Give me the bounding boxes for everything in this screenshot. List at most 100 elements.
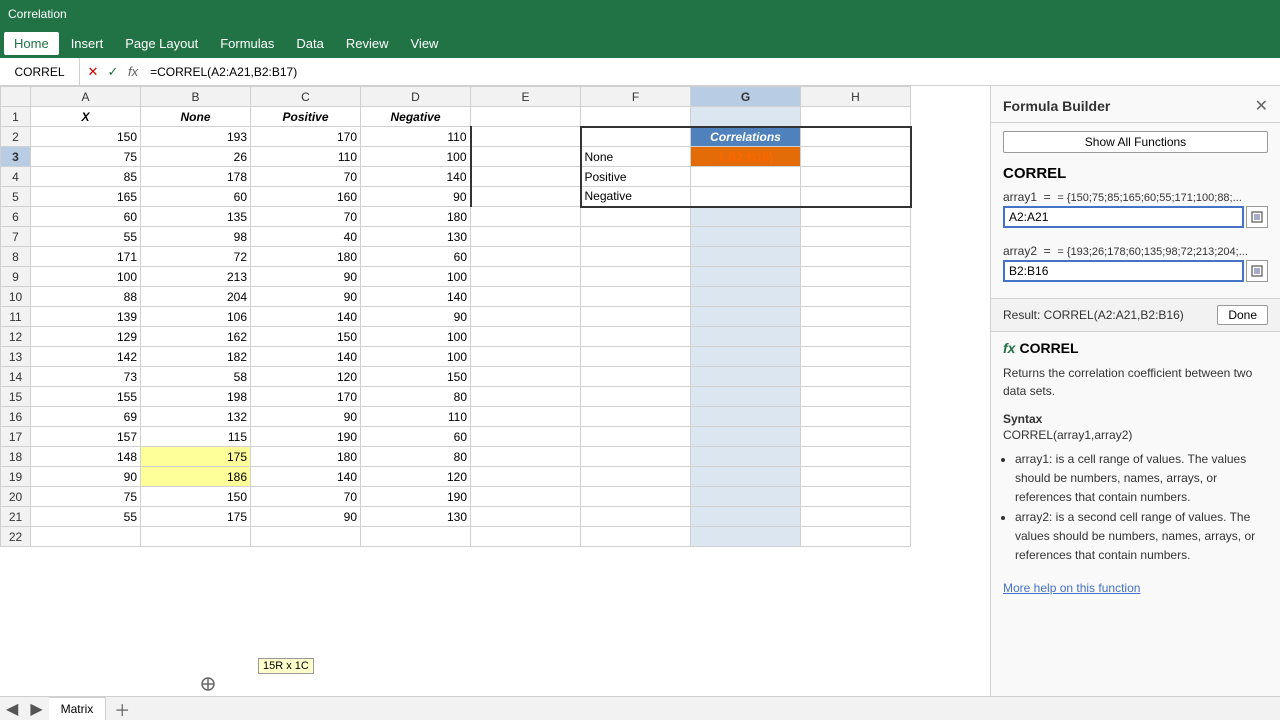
table-row[interactable]: None — [581, 147, 691, 167]
table-row[interactable]: 80 — [361, 447, 471, 467]
close-button[interactable]: ✕ — [1255, 96, 1268, 116]
table-row[interactable]: 90 — [251, 267, 361, 287]
col-header-h[interactable]: H — [801, 87, 911, 107]
table-row[interactable]: 90 — [251, 507, 361, 527]
table-row[interactable] — [471, 347, 581, 367]
table-row[interactable] — [581, 487, 691, 507]
table-row[interactable]: 60 — [31, 207, 141, 227]
table-row[interactable]: 140 — [251, 347, 361, 367]
add-sheet-button[interactable]: ＋ — [106, 697, 138, 721]
table-row[interactable] — [471, 247, 581, 267]
table-row[interactable]: 115 — [141, 427, 251, 447]
table-row[interactable]: 100 — [361, 327, 471, 347]
table-row[interactable]: 90 — [251, 407, 361, 427]
table-row[interactable] — [581, 267, 691, 287]
table-row[interactable] — [471, 307, 581, 327]
table-row[interactable] — [471, 367, 581, 387]
table-row[interactable] — [801, 447, 911, 467]
table-row[interactable] — [691, 387, 801, 407]
table-row[interactable] — [691, 267, 801, 287]
table-row[interactable] — [251, 527, 361, 547]
table-row[interactable]: 55 — [31, 227, 141, 247]
table-row[interactable]: 73 — [31, 367, 141, 387]
table-row[interactable]: 60 — [361, 427, 471, 447]
show-all-functions-button[interactable]: Show All Functions — [1003, 131, 1268, 153]
table-row[interactable] — [691, 507, 801, 527]
table-row[interactable] — [581, 467, 691, 487]
table-row[interactable]: 90 — [361, 187, 471, 207]
table-row[interactable] — [801, 387, 911, 407]
table-row[interactable]: 155 — [31, 387, 141, 407]
table-row[interactable]: 140 — [361, 167, 471, 187]
table-row[interactable]: 160 — [251, 187, 361, 207]
table-row[interactable]: Positive — [251, 107, 361, 127]
table-row[interactable] — [801, 347, 911, 367]
table-row[interactable] — [581, 287, 691, 307]
table-row[interactable]: 70 — [251, 487, 361, 507]
table-row[interactable] — [471, 147, 581, 167]
table-row[interactable]: 182 — [141, 347, 251, 367]
table-row[interactable]: 140 — [251, 307, 361, 327]
table-row[interactable] — [691, 107, 801, 127]
prev-tab-button[interactable]: ◀ — [0, 699, 24, 719]
table-row[interactable] — [801, 467, 911, 487]
col-header-b[interactable]: B — [141, 87, 251, 107]
menu-formulas[interactable]: Formulas — [210, 32, 284, 55]
table-row[interactable] — [581, 347, 691, 367]
table-row[interactable] — [141, 527, 251, 547]
more-help-link[interactable]: More help on this function — [991, 573, 1280, 603]
table-row[interactable]: 110 — [361, 127, 471, 147]
table-row[interactable]: 170 — [251, 387, 361, 407]
table-row[interactable] — [801, 407, 911, 427]
table-row[interactable]: Negative — [581, 187, 691, 207]
table-row[interactable]: 142 — [31, 347, 141, 367]
table-row[interactable]: 140 — [251, 467, 361, 487]
table-row[interactable]: 213 — [141, 267, 251, 287]
table-row[interactable] — [801, 187, 911, 207]
table-row[interactable] — [691, 327, 801, 347]
table-row[interactable]: 135 — [141, 207, 251, 227]
table-row[interactable] — [471, 327, 581, 347]
table-row[interactable]: X — [31, 107, 141, 127]
table-row[interactable] — [691, 427, 801, 447]
table-row[interactable] — [361, 527, 471, 547]
table-row[interactable] — [691, 307, 801, 327]
table-row[interactable]: 106 — [141, 307, 251, 327]
table-row[interactable] — [691, 247, 801, 267]
table-row[interactable]: 178 — [141, 167, 251, 187]
table-row[interactable] — [581, 427, 691, 447]
table-row[interactable]: 100 — [31, 267, 141, 287]
array2-range-button[interactable] — [1246, 260, 1268, 282]
table-row[interactable]: Correlations — [691, 127, 801, 147]
col-header-d[interactable]: D — [361, 87, 471, 107]
table-row[interactable] — [801, 427, 911, 447]
table-row[interactable] — [801, 307, 911, 327]
table-row[interactable]: 90 — [361, 307, 471, 327]
table-row[interactable]: 193 — [141, 127, 251, 147]
table-row[interactable] — [691, 367, 801, 387]
table-row[interactable] — [581, 327, 691, 347]
table-row[interactable] — [801, 327, 911, 347]
table-row[interactable] — [691, 527, 801, 547]
table-row[interactable]: 90 — [31, 467, 141, 487]
table-row[interactable]: 88 — [31, 287, 141, 307]
col-header-g[interactable]: G — [691, 87, 801, 107]
menu-home[interactable]: Home — [4, 32, 59, 55]
table-row[interactable]: 139 — [31, 307, 141, 327]
table-row[interactable] — [691, 447, 801, 467]
table-row[interactable] — [581, 407, 691, 427]
table-row[interactable] — [691, 487, 801, 507]
array1-input[interactable] — [1003, 206, 1244, 228]
table-row[interactable]: Negative — [361, 107, 471, 127]
table-row[interactable] — [471, 467, 581, 487]
table-row[interactable]: 60 — [361, 247, 471, 267]
table-row[interactable] — [471, 387, 581, 407]
table-row[interactable]: 180 — [251, 447, 361, 467]
table-row[interactable]: 129 — [31, 327, 141, 347]
table-row[interactable] — [801, 147, 911, 167]
table-row[interactable]: 75 — [31, 487, 141, 507]
table-row[interactable]: 58 — [141, 367, 251, 387]
table-row[interactable]: 70 — [251, 167, 361, 187]
table-row[interactable]: 198 — [141, 387, 251, 407]
table-row[interactable]: 190 — [251, 427, 361, 447]
